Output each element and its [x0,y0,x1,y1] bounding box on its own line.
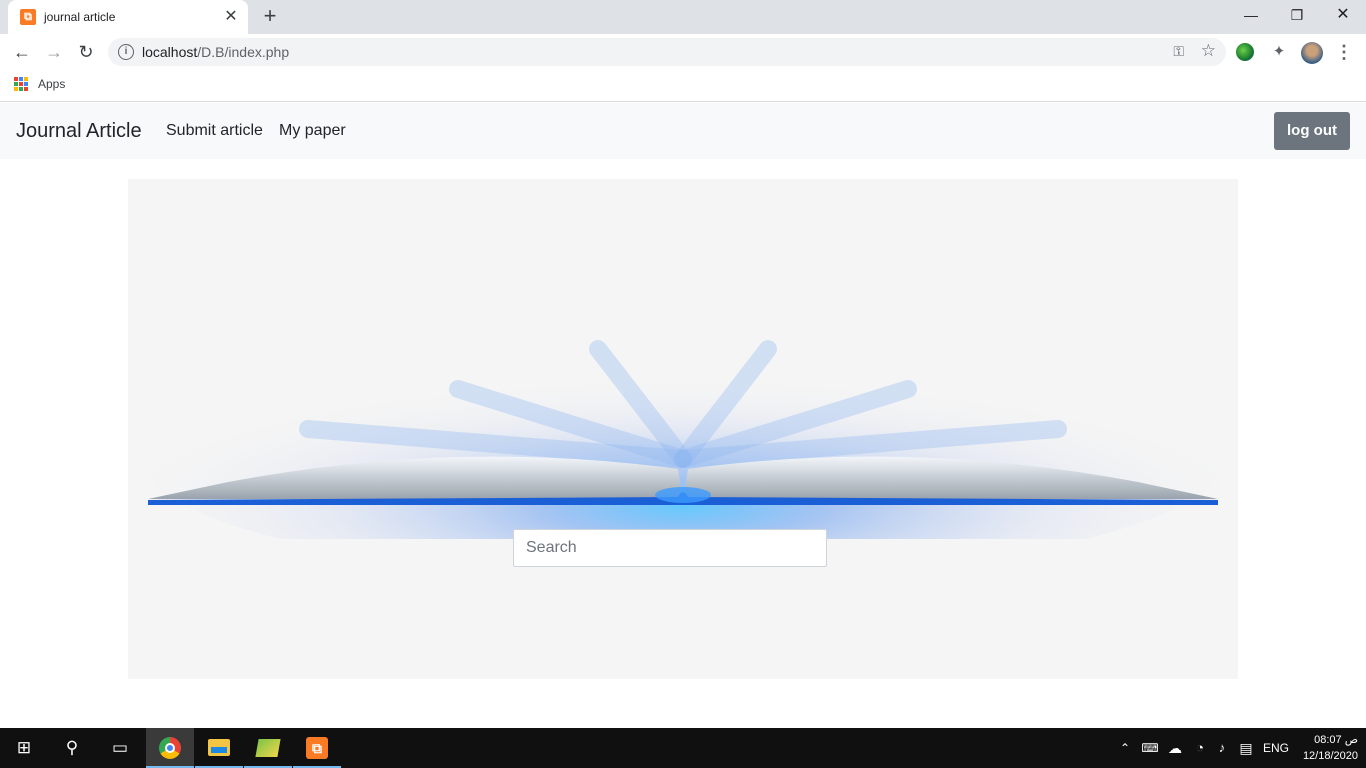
profile-avatar[interactable] [1301,42,1323,64]
cloud-icon[interactable]: ☁ [1164,728,1186,768]
task-view-icon[interactable]: ▭ [96,728,144,768]
clock-time: 08:07 ص [1314,734,1358,746]
address-bar[interactable]: i localhost/D.B/index.php ⚿ ☆ [108,38,1226,66]
language-indicator[interactable]: ENG [1262,728,1290,768]
forward-arrow-icon[interactable]: → [40,38,68,66]
url-host: localhost [142,44,198,60]
maps-taskbar-button[interactable] [244,728,292,768]
back-arrow-icon[interactable]: ← [8,38,36,66]
extensions-puzzle-icon[interactable]: ✦ [1268,41,1290,63]
volume-icon[interactable]: ♪ [1212,728,1232,768]
browser-tabstrip: ⧉ journal article ✕ + — ❐ ✕ [0,0,1366,34]
apps-grid-icon[interactable] [14,77,28,91]
navbar-brand[interactable]: Journal Article [16,120,142,143]
file-explorer-taskbar-button[interactable] [195,728,243,768]
bookmarks-bar: Apps [0,70,1366,102]
xampp-icon: ⧉ [20,9,36,25]
logout-button[interactable]: log out [1274,112,1350,150]
url-path: /D.B/index.php [197,44,290,60]
chevron-up-icon[interactable]: ⌃ [1117,728,1133,768]
tab-title: journal article [44,10,116,24]
url-text[interactable]: localhost/D.B/index.php [142,44,289,60]
search-input[interactable] [513,529,827,567]
nav-link-submit-article[interactable]: Submit article [166,122,263,140]
windows-taskbar: ⊞ ⚲ ▭ ⧉ ⌃ ⌨ ☁ ◔ ♪ ▤ ENG 08:07 ص 12/18/20… [0,728,1366,768]
windows-start-icon[interactable]: ⊞ [0,728,48,768]
clock-date: 12/18/2020 [1302,750,1358,762]
info-icon[interactable]: i [118,44,134,60]
chrome-taskbar-button[interactable] [146,728,194,768]
close-tab-icon[interactable]: ✕ [222,8,240,26]
open-book-glowing-image [143,339,1223,539]
maps-icon [255,739,281,757]
reload-icon[interactable]: ↻ [72,38,100,66]
minimize-button[interactable]: — [1228,0,1274,30]
notification-icon[interactable]: ▤ [1236,728,1256,768]
xampp-taskbar-button[interactable]: ⧉ [293,728,341,768]
bookmark-star-icon[interactable]: ☆ [1201,41,1216,61]
new-tab-button[interactable]: + [258,5,282,29]
restore-button[interactable]: ❐ [1274,0,1320,30]
close-window-button[interactable]: ✕ [1320,0,1366,30]
browser-toolbar: ← → ↻ i localhost/D.B/index.php ⚿ ☆ ✦ ⋮ [0,34,1366,70]
system-clock[interactable]: 08:07 ص 12/18/2020 [1296,732,1358,764]
globe-extension-icon[interactable] [1236,43,1254,61]
bookmark-apps[interactable]: Apps [38,77,65,91]
menu-dots-icon[interactable]: ⋮ [1333,41,1355,63]
keyboard-ime-icon[interactable]: ⌨ [1140,728,1160,768]
nav-link-my-paper[interactable]: My paper [279,122,346,140]
key-icon[interactable]: ⚿ [1173,43,1184,60]
xampp-icon: ⧉ [306,737,328,759]
wifi-icon[interactable]: ◔ [1190,728,1210,768]
search-icon[interactable]: ⚲ [48,728,96,768]
site-navbar: Journal Article Submit article My paper … [0,103,1366,159]
chrome-icon [159,737,181,759]
hero-banner [128,179,1238,679]
browser-tab[interactable]: ⧉ journal article ✕ [8,0,248,34]
file-explorer-icon [208,739,230,756]
